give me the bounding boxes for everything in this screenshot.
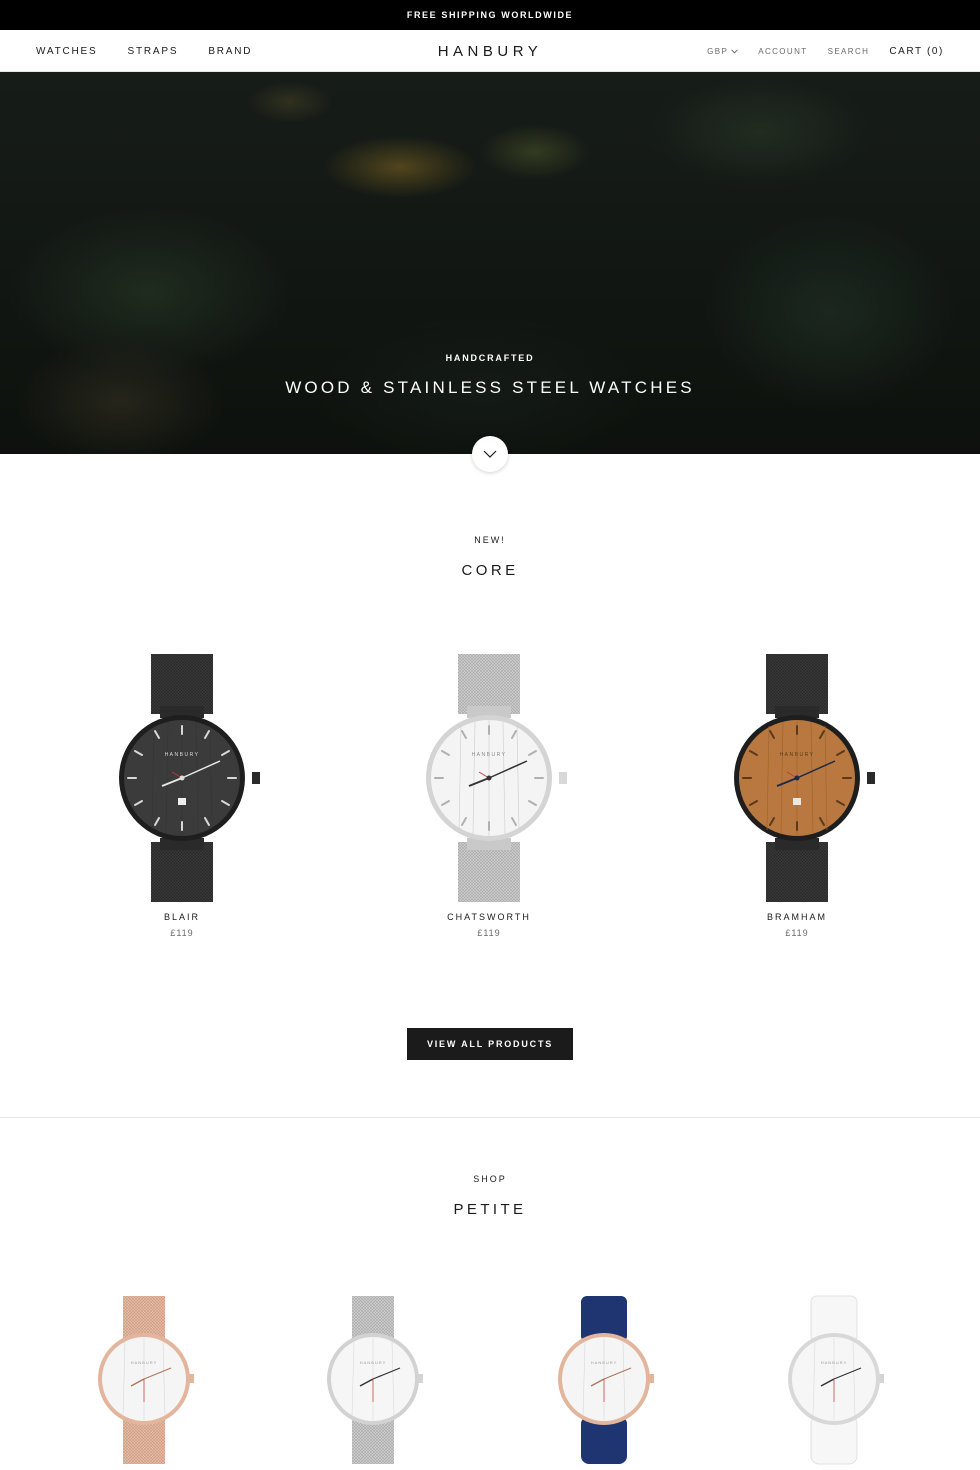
- dial-brand: HANBURY: [472, 752, 507, 758]
- site-header: WATCHES STRAPS BRAND HANBURY GBP ACCOUNT…: [0, 30, 980, 72]
- watch-image: HANBURY: [558, 1296, 654, 1464]
- currency-label: GBP: [707, 46, 729, 56]
- dial-brand: HANBURY: [360, 1360, 387, 1365]
- product-name: BLAIR: [163, 912, 200, 922]
- logo[interactable]: HANBURY: [438, 43, 543, 60]
- account-link[interactable]: ACCOUNT: [758, 47, 807, 56]
- product-price: £119: [785, 928, 809, 938]
- search-link[interactable]: SEARCH: [828, 47, 870, 56]
- product-card-bramham[interactable]: HANBURY BRAMHAM £119: [697, 650, 897, 938]
- product-name: CHATSWORTH: [447, 912, 531, 922]
- nav-watches[interactable]: WATCHES: [36, 46, 98, 57]
- chevron-down-icon: [731, 48, 739, 54]
- watch-image-chatsworth: HANBURY: [426, 654, 567, 902]
- hero-banner: HANDCRAFTED WOOD & STAINLESS STEEL WATCH…: [0, 72, 980, 454]
- section-divider: [0, 1117, 980, 1118]
- core-title: CORE: [461, 562, 519, 579]
- product-card-blair[interactable]: HANBURY BLAIR £119: [82, 650, 282, 938]
- product-price: £119: [477, 928, 501, 938]
- watch-image-blair: HANBURY: [119, 654, 260, 902]
- nav-straps[interactable]: STRAPS: [128, 46, 179, 57]
- announcement-bar: FREE SHIPPING WORLDWIDE: [0, 0, 980, 30]
- core-kicker: NEW!: [474, 535, 506, 545]
- chevron-down-icon: [483, 450, 497, 458]
- watch-image: HANBURY: [327, 1296, 423, 1464]
- dial-brand: HANBURY: [131, 1360, 158, 1365]
- petite-product-rose-mesh[interactable]: HANBURY: [85, 1290, 205, 1470]
- dial-brand: HANBURY: [780, 752, 815, 758]
- product-price: £119: [170, 928, 194, 938]
- petite-product-white-leather[interactable]: HANBURY: [775, 1290, 895, 1470]
- watch-image-bramham: HANBURY: [734, 654, 875, 902]
- petite-kicker: SHOP: [473, 1174, 507, 1184]
- hero-title: WOOD & STAINLESS STEEL WATCHES: [285, 378, 695, 397]
- scroll-down-button[interactable]: [472, 436, 508, 472]
- petite-product-steel-mesh[interactable]: HANBURY: [314, 1290, 434, 1470]
- dial-brand: HANBURY: [821, 1360, 848, 1365]
- currency-selector[interactable]: GBP: [707, 46, 739, 56]
- hero-kicker: HANDCRAFTED: [445, 353, 535, 363]
- product-name: BRAMHAM: [766, 912, 827, 922]
- product-card-chatsworth[interactable]: HANBURY CHATSWORTH £119: [389, 650, 589, 938]
- main-nav: WATCHES STRAPS BRAND: [36, 30, 252, 72]
- watch-image: HANBURY: [98, 1296, 194, 1464]
- watch-image: HANBURY: [788, 1295, 884, 1465]
- petite-product-rose-navy[interactable]: HANBURY: [545, 1290, 665, 1470]
- petite-title: PETITE: [453, 1201, 527, 1218]
- announcement-text: FREE SHIPPING WORLDWIDE: [406, 10, 574, 20]
- cart-link[interactable]: CART (0): [889, 46, 944, 57]
- dial-brand: HANBURY: [165, 752, 200, 758]
- nav-brand[interactable]: BRAND: [208, 46, 252, 57]
- dial-brand: HANBURY: [591, 1360, 618, 1365]
- view-all-products-button[interactable]: VIEW ALL PRODUCTS: [407, 1028, 573, 1060]
- secondary-nav: GBP ACCOUNT SEARCH CART (0): [707, 30, 944, 72]
